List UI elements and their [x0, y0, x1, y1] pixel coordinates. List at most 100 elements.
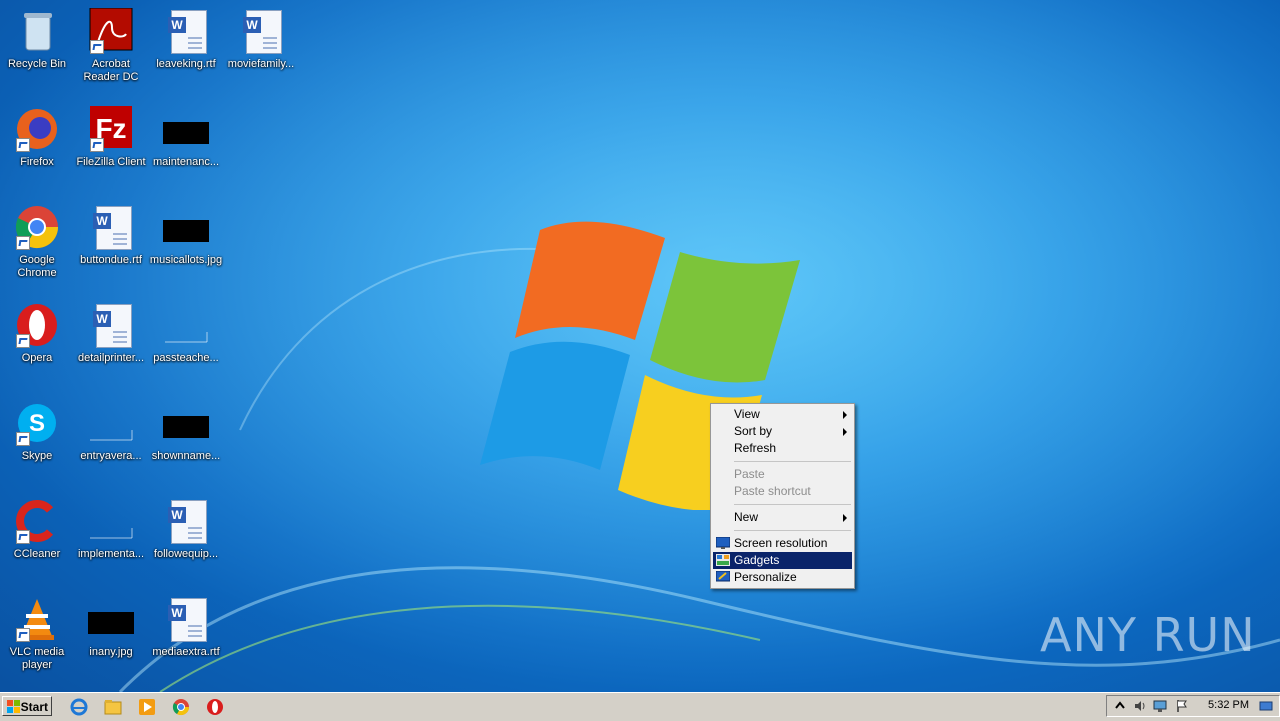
desktop-icon-entryavera[interactable]: entryavera...: [74, 400, 148, 463]
menu-item-label: Screen resolution: [734, 536, 828, 550]
menu-item-refresh[interactable]: Refresh: [713, 440, 852, 457]
gadgets-icon: [716, 554, 730, 566]
desktop-icon-inany[interactable]: inany.jpg: [74, 596, 148, 659]
desktop-context-menu: View Sort by Refresh Paste Paste shortcu…: [710, 403, 855, 589]
icon-label: Recycle Bin: [7, 58, 67, 70]
submenu-arrow-icon: [843, 428, 847, 436]
shortcut-arrow-icon: [90, 40, 104, 54]
word-document-icon: W: [168, 10, 207, 54]
word-document-icon: W: [168, 598, 207, 642]
menu-item-label: Personalize: [734, 570, 797, 584]
screen-resolution-icon: [716, 537, 730, 549]
shortcut-arrow-icon: [16, 138, 30, 152]
recycle-bin-icon: [24, 13, 52, 51]
desktop-icon-recycle-bin[interactable]: Recycle Bin: [0, 8, 74, 71]
action-center-flag-icon[interactable]: [1175, 699, 1189, 713]
menu-item-label: New: [734, 510, 759, 524]
media-player-icon[interactable]: [138, 698, 156, 716]
menu-item-view[interactable]: View: [713, 406, 852, 423]
menu-item-gadgets[interactable]: Gadgets: [713, 552, 852, 569]
icon-label: entryavera...: [80, 450, 142, 462]
desktop-icon-mediaextra[interactable]: W mediaextra.rtf: [149, 596, 223, 659]
icon-label: CCleaner: [13, 548, 61, 560]
desktop-icon-shownname[interactable]: shownname...: [149, 400, 223, 463]
explorer-icon[interactable]: [104, 698, 122, 716]
icon-label: Opera: [21, 352, 53, 364]
icon-label: Acrobat Reader DC: [83, 58, 139, 83]
menu-item-label: Refresh: [734, 441, 777, 455]
desktop-icon-acrobat[interactable]: Acrobat Reader DC: [74, 7, 148, 84]
show-desktop-icon[interactable]: [1259, 699, 1273, 713]
svg-text:S: S: [29, 410, 45, 437]
watermark: ANY RUN: [1040, 608, 1256, 662]
word-document-icon: W: [93, 304, 132, 348]
network-icon[interactable]: [1153, 699, 1167, 713]
desktop[interactable]: Recycle Bin Firefox Google Chrome Opera …: [0, 0, 1280, 692]
desktop-icon-chrome[interactable]: Google Chrome: [0, 204, 74, 280]
shortcut-arrow-icon: [16, 432, 30, 446]
word-document-icon: W: [93, 206, 132, 250]
menu-item-screen-resolution[interactable]: Screen resolution: [713, 535, 852, 552]
shortcut-arrow-icon: [16, 236, 30, 250]
desktop-icon-firefox[interactable]: Firefox: [0, 106, 74, 169]
ie-icon[interactable]: [70, 698, 88, 716]
desktop-icon-leaveking[interactable]: W leaveking.rtf: [149, 8, 223, 71]
menu-item-paste[interactable]: Paste: [713, 466, 852, 483]
start-label: Start: [20, 700, 48, 714]
image-thumbnail-icon: [88, 612, 134, 634]
menu-separator: [734, 530, 851, 531]
system-tray: 5:32 PM: [1106, 695, 1280, 717]
desktop-icon-musicallots[interactable]: musicallots.jpg: [149, 204, 223, 267]
desktop-icon-vlc[interactable]: VLC media player: [0, 596, 74, 672]
personalize-icon: [716, 571, 730, 582]
icon-label: VLC media player: [9, 646, 65, 671]
menu-item-label: View: [734, 407, 760, 421]
desktop-icon-skype[interactable]: S Skype: [0, 400, 74, 463]
desktop-icon-filezilla[interactable]: Fz FileZilla Client: [74, 106, 148, 169]
desktop-icon-opera[interactable]: Opera: [0, 302, 74, 365]
start-button[interactable]: Start: [2, 696, 52, 716]
menu-item-personalize[interactable]: Personalize: [713, 569, 852, 586]
shortcut-arrow-icon: [16, 334, 30, 348]
blank-file-icon: [90, 430, 133, 441]
icon-label: passteache...: [153, 352, 219, 364]
opera-icon[interactable]: [206, 698, 224, 716]
show-hidden-icons-icon[interactable]: [1113, 699, 1127, 713]
menu-separator: [734, 461, 851, 462]
menu-item-label: Paste: [734, 467, 765, 481]
desktop-icon-passteache[interactable]: passteache...: [149, 302, 223, 365]
icon-label: mediaextra.rtf: [152, 646, 220, 658]
taskbar: Start 5:32 PM: [0, 692, 1280, 721]
menu-item-sort-by[interactable]: Sort by: [713, 423, 852, 440]
image-thumbnail-icon: [163, 416, 209, 438]
icon-label: leaveking.rtf: [156, 58, 216, 70]
menu-item-label: Gadgets: [734, 553, 780, 567]
word-document-icon: W: [243, 10, 282, 54]
volume-icon[interactable]: [1133, 699, 1147, 713]
icon-label: musicallots.jpg: [149, 254, 223, 266]
menu-item-label: Sort by: [734, 424, 773, 438]
chrome-icon[interactable]: [172, 698, 190, 716]
menu-item-paste-shortcut[interactable]: Paste shortcut: [713, 483, 852, 500]
desktop-icon-maintenanc[interactable]: maintenanc...: [149, 106, 223, 169]
icon-label: Skype: [21, 450, 53, 462]
clock[interactable]: 5:32 PM: [1208, 699, 1249, 711]
submenu-arrow-icon: [843, 411, 847, 419]
icon-label: followequip...: [153, 548, 219, 560]
icon-label: buttondue.rtf: [80, 254, 142, 266]
menu-item-new[interactable]: New: [713, 509, 852, 526]
menu-separator: [734, 504, 851, 505]
word-document-icon: W: [168, 500, 207, 544]
blank-file-icon: [165, 332, 208, 343]
icon-label: moviefamily...: [227, 58, 295, 70]
desktop-icon-buttondue[interactable]: W buttondue.rtf: [74, 204, 148, 267]
icon-label: maintenanc...: [152, 156, 220, 168]
desktop-icon-ccleaner[interactable]: CCleaner: [0, 498, 74, 561]
desktop-icon-followequip[interactable]: W followequip...: [149, 498, 223, 561]
desktop-icon-implementa[interactable]: implementa...: [74, 498, 148, 561]
desktop-icon-detailprinter[interactable]: W detailprinter...: [74, 302, 148, 365]
desktop-icon-moviefamily[interactable]: W moviefamily...: [224, 8, 298, 71]
menu-item-label: Paste shortcut: [734, 484, 811, 498]
icon-label: implementa...: [77, 548, 145, 560]
icon-label: inany.jpg: [89, 646, 133, 658]
